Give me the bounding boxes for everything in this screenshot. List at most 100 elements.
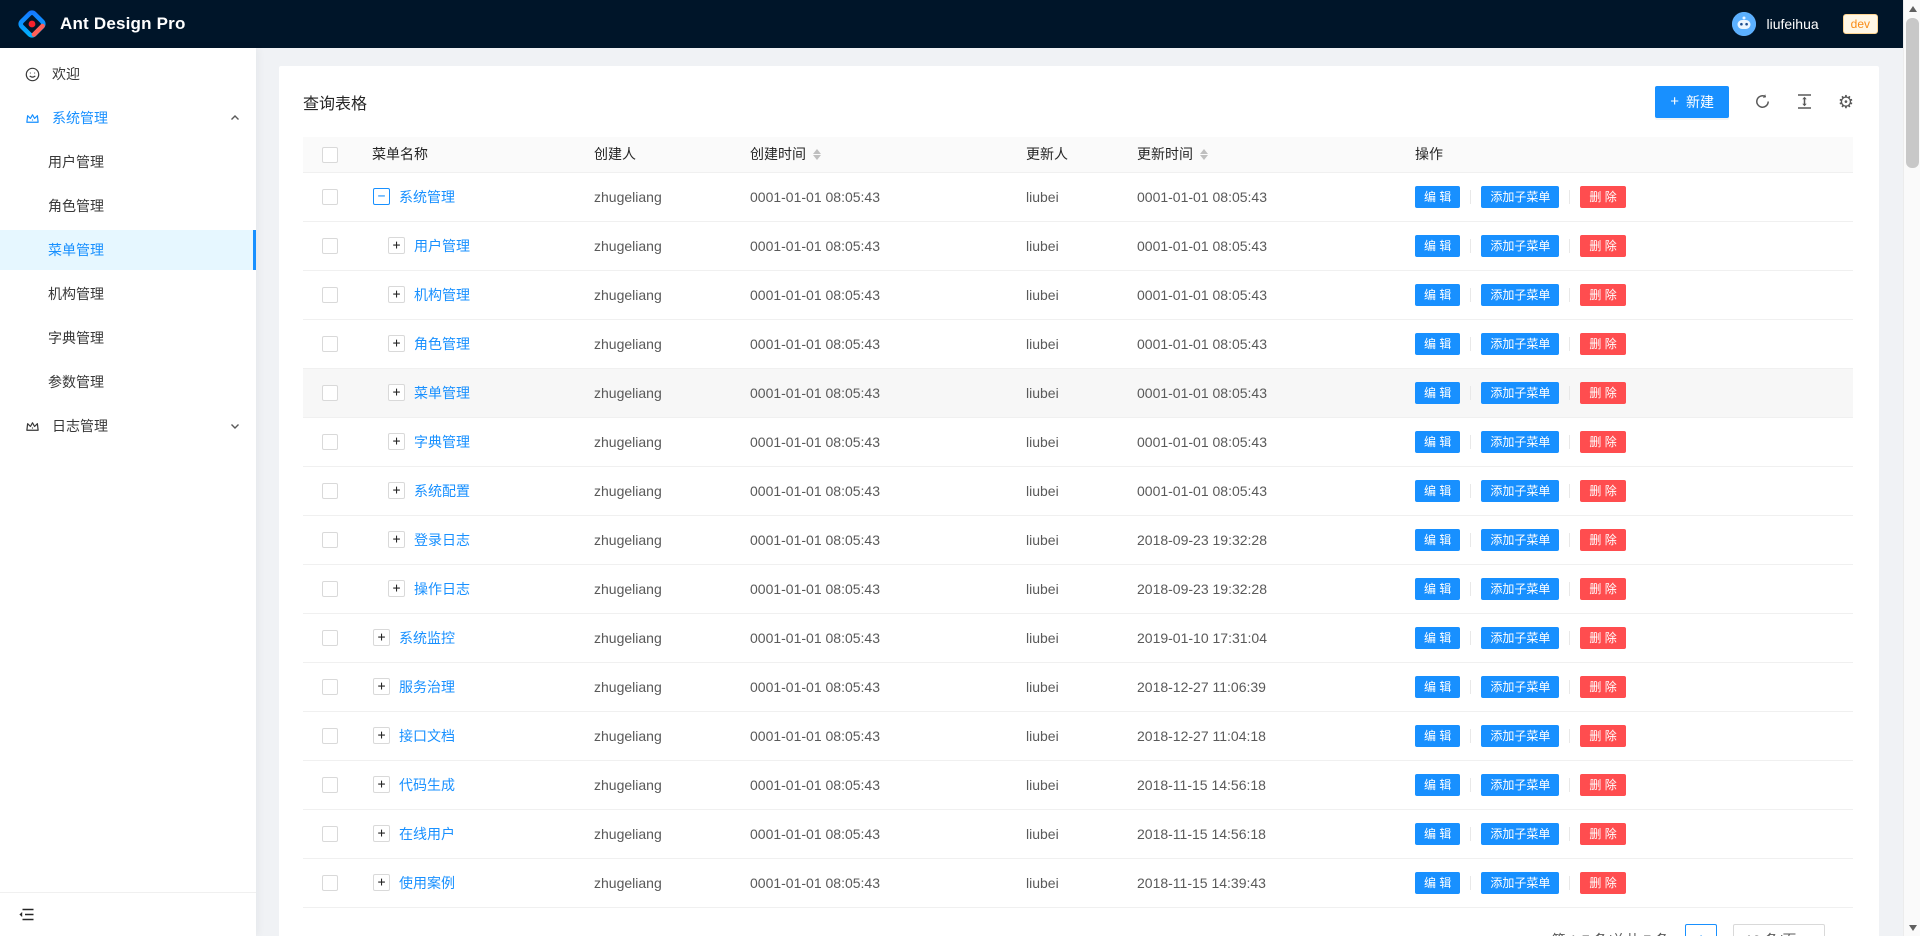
sorter-icon[interactable]: [1200, 149, 1208, 160]
delete-button[interactable]: 删 除: [1580, 382, 1625, 404]
delete-button[interactable]: 删 除: [1580, 186, 1625, 208]
sidebar-item-welcome[interactable]: 欢迎: [0, 54, 256, 94]
edit-button[interactable]: 编 辑: [1415, 872, 1460, 894]
sidebar-item-dicts[interactable]: 字典管理: [0, 318, 256, 358]
sidebar-item-menus[interactable]: 菜单管理: [0, 230, 256, 270]
menu-name-link[interactable]: 在线用户: [399, 824, 455, 844]
scroll-up-arrow-icon[interactable]: [1904, 0, 1920, 17]
menu-name-link[interactable]: 系统配置: [414, 481, 470, 501]
delete-button[interactable]: 删 除: [1580, 774, 1625, 796]
add-submenu-button[interactable]: 添加子菜单: [1481, 284, 1559, 306]
expand-row-icon[interactable]: +: [388, 335, 405, 352]
delete-button[interactable]: 删 除: [1580, 480, 1625, 502]
edit-button[interactable]: 编 辑: [1415, 235, 1460, 257]
expand-row-icon[interactable]: +: [388, 384, 405, 401]
row-checkbox[interactable]: [322, 777, 338, 793]
add-submenu-button[interactable]: 添加子菜单: [1481, 774, 1559, 796]
expand-row-icon[interactable]: +: [373, 678, 390, 695]
delete-button[interactable]: 删 除: [1580, 627, 1625, 649]
edit-button[interactable]: 编 辑: [1415, 382, 1460, 404]
expand-row-icon[interactable]: +: [373, 629, 390, 646]
add-submenu-button[interactable]: 添加子菜单: [1481, 823, 1559, 845]
row-checkbox[interactable]: [322, 238, 338, 254]
row-checkbox[interactable]: [322, 875, 338, 891]
expand-row-icon[interactable]: +: [373, 825, 390, 842]
delete-button[interactable]: 删 除: [1580, 578, 1625, 600]
edit-button[interactable]: 编 辑: [1415, 529, 1460, 551]
add-submenu-button[interactable]: 添加子菜单: [1481, 725, 1559, 747]
row-checkbox[interactable]: [322, 630, 338, 646]
row-checkbox[interactable]: [322, 679, 338, 695]
delete-button[interactable]: 删 除: [1580, 333, 1625, 355]
edit-button[interactable]: 编 辑: [1415, 284, 1460, 306]
delete-button[interactable]: 删 除: [1580, 823, 1625, 845]
menu-name-link[interactable]: 系统管理: [399, 187, 455, 207]
edit-button[interactable]: 编 辑: [1415, 676, 1460, 698]
delete-button[interactable]: 删 除: [1580, 529, 1625, 551]
row-checkbox[interactable]: [322, 385, 338, 401]
column-header-updated-time[interactable]: 更新时间: [1121, 137, 1399, 172]
column-header-menu-name[interactable]: 菜单名称: [356, 137, 578, 172]
edit-button[interactable]: 编 辑: [1415, 480, 1460, 502]
add-submenu-button[interactable]: 添加子菜单: [1481, 480, 1559, 502]
menu-name-link[interactable]: 系统监控: [399, 628, 455, 648]
add-submenu-button[interactable]: 添加子菜单: [1481, 431, 1559, 453]
page-size-select[interactable]: 10 条/页: [1733, 924, 1825, 936]
menu-fold-icon[interactable]: [18, 906, 35, 923]
scrollbar-thumb[interactable]: [1906, 18, 1919, 168]
sidebar-item-system-management[interactable]: 系统管理: [0, 98, 256, 138]
username[interactable]: liufeihua: [1766, 16, 1818, 32]
delete-button[interactable]: 删 除: [1580, 431, 1625, 453]
row-checkbox[interactable]: [322, 483, 338, 499]
add-submenu-button[interactable]: 添加子菜单: [1481, 578, 1559, 600]
edit-button[interactable]: 编 辑: [1415, 627, 1460, 649]
row-checkbox[interactable]: [322, 826, 338, 842]
add-submenu-button[interactable]: 添加子菜单: [1481, 872, 1559, 894]
column-header-updater[interactable]: 更新人: [1010, 137, 1121, 172]
add-submenu-button[interactable]: 添加子菜单: [1481, 627, 1559, 649]
edit-button[interactable]: 编 辑: [1415, 333, 1460, 355]
menu-name-link[interactable]: 代码生成: [399, 775, 455, 795]
sidebar-item-orgs[interactable]: 机构管理: [0, 274, 256, 314]
menu-name-link[interactable]: 登录日志: [414, 530, 470, 550]
row-checkbox[interactable]: [322, 532, 338, 548]
sorter-icon[interactable]: [813, 149, 821, 160]
menu-name-link[interactable]: 接口文档: [399, 726, 455, 746]
delete-button[interactable]: 删 除: [1580, 284, 1625, 306]
user-avatar[interactable]: [1732, 12, 1756, 36]
sidebar-item-log-management[interactable]: 日志管理: [0, 406, 256, 446]
collapse-row-icon[interactable]: −: [373, 188, 390, 205]
scroll-down-arrow-icon[interactable]: [1904, 919, 1920, 936]
add-submenu-button[interactable]: 添加子菜单: [1481, 382, 1559, 404]
density-icon[interactable]: [1795, 93, 1813, 111]
delete-button[interactable]: 删 除: [1580, 872, 1625, 894]
reload-icon[interactable]: [1753, 93, 1771, 111]
expand-row-icon[interactable]: +: [388, 237, 405, 254]
add-submenu-button[interactable]: 添加子菜单: [1481, 333, 1559, 355]
expand-row-icon[interactable]: +: [388, 580, 405, 597]
expand-row-icon[interactable]: +: [388, 286, 405, 303]
menu-name-link[interactable]: 服务治理: [399, 677, 455, 697]
edit-button[interactable]: 编 辑: [1415, 725, 1460, 747]
row-checkbox[interactable]: [322, 189, 338, 205]
edit-button[interactable]: 编 辑: [1415, 823, 1460, 845]
add-submenu-button[interactable]: 添加子菜单: [1481, 186, 1559, 208]
row-checkbox[interactable]: [322, 728, 338, 744]
edit-button[interactable]: 编 辑: [1415, 774, 1460, 796]
expand-row-icon[interactable]: +: [388, 433, 405, 450]
menu-name-link[interactable]: 操作日志: [414, 579, 470, 599]
expand-row-icon[interactable]: +: [373, 776, 390, 793]
new-button[interactable]: + 新建: [1655, 86, 1729, 118]
menu-name-link[interactable]: 使用案例: [399, 873, 455, 893]
vertical-scrollbar[interactable]: [1903, 0, 1920, 936]
menu-name-link[interactable]: 用户管理: [414, 236, 470, 256]
add-submenu-button[interactable]: 添加子菜单: [1481, 529, 1559, 551]
row-checkbox[interactable]: [322, 336, 338, 352]
menu-name-link[interactable]: 菜单管理: [414, 383, 470, 403]
brand[interactable]: Ant Design Pro: [16, 8, 186, 40]
column-header-creator[interactable]: 创建人: [578, 137, 734, 172]
settings-gear-icon[interactable]: ⚙: [1837, 93, 1855, 111]
add-submenu-button[interactable]: 添加子菜单: [1481, 235, 1559, 257]
sidebar-item-roles[interactable]: 角色管理: [0, 186, 256, 226]
delete-button[interactable]: 删 除: [1580, 725, 1625, 747]
